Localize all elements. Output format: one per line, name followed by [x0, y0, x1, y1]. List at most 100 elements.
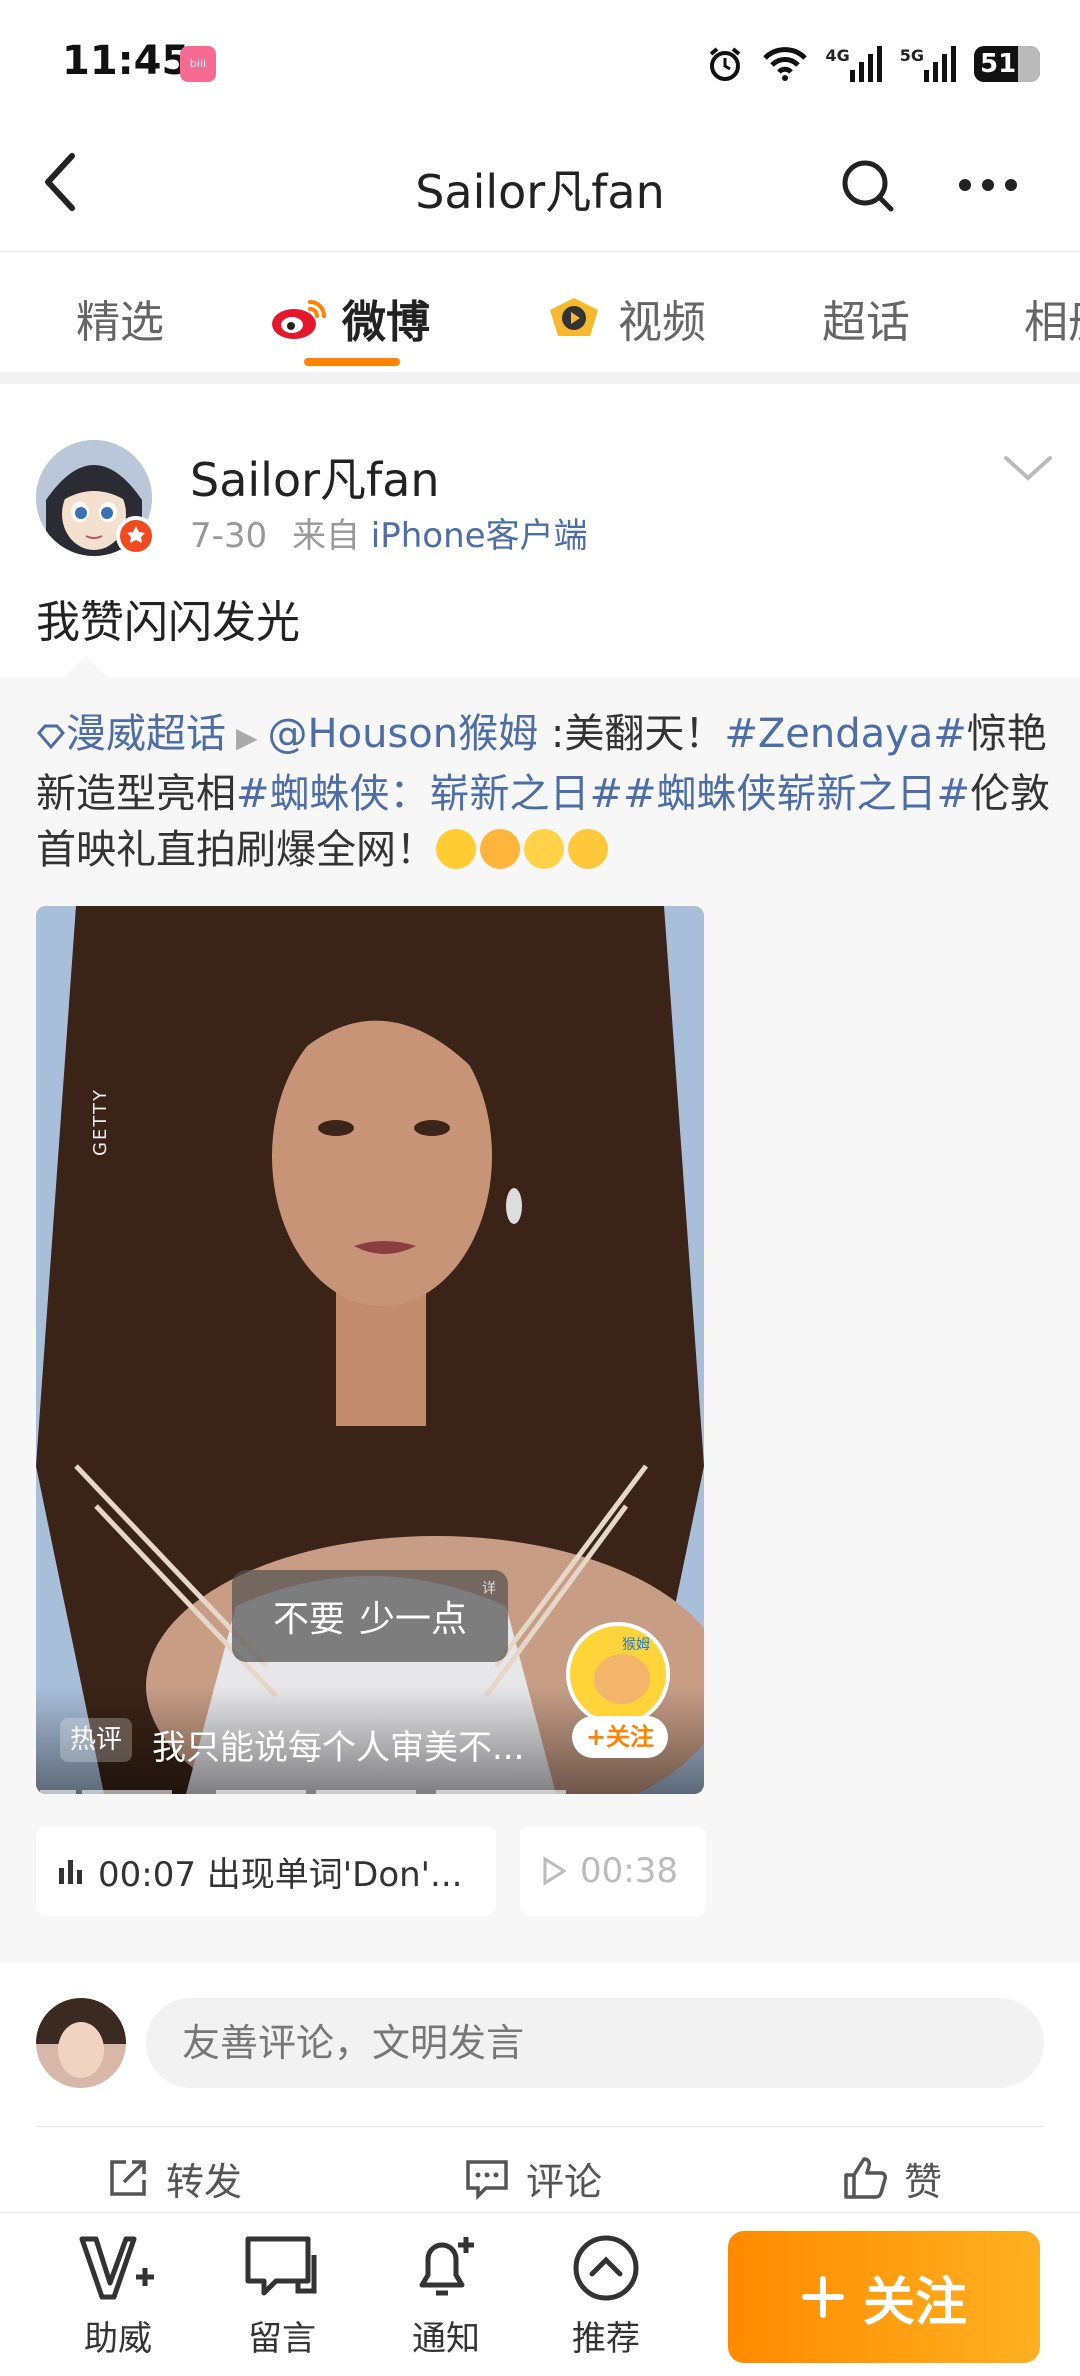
cheer-button[interactable]: 助威	[58, 2231, 178, 2360]
comment-button[interactable]: 评论	[464, 2148, 602, 2208]
weibo-icon	[270, 294, 328, 342]
post-header: Sailor凡fan 7-30 来自 iPhone客户端 我赞闪闪发光	[0, 396, 1080, 678]
recommend-label: 推荐	[572, 2319, 640, 2359]
search-icon	[842, 160, 894, 212]
bilibili-notification-icon: bili	[180, 46, 216, 82]
timestamp-label: 00:38	[580, 1851, 678, 1891]
status-bar: 11:45 bili 4G 5G 51	[0, 0, 1080, 120]
post-date: 7-30	[190, 516, 268, 556]
monkey-mascot-avatar[interactable]: 猴姆	[566, 1622, 670, 1726]
divider	[36, 2126, 1044, 2127]
comment-label: 评论	[526, 2159, 603, 2204]
battery-icon: 51	[974, 46, 1040, 82]
follow-chip-button[interactable]: +关注	[572, 1716, 668, 1758]
mention-link[interactable]: @Houson猴姆	[268, 711, 539, 757]
v-plus-icon	[58, 2231, 178, 2305]
timestamp-chip[interactable]: 00:38	[520, 1826, 706, 1916]
follow-button[interactable]: 关注	[728, 2231, 1040, 2363]
watermark-text: GETTY	[90, 1088, 111, 1156]
feedback-detail-link[interactable]: 详	[482, 1578, 496, 1598]
tab-weibo[interactable]: 微博	[270, 288, 430, 348]
tab-video[interactable]: 视频	[544, 288, 706, 348]
video-progress-segment	[316, 1790, 416, 1794]
play-icon	[540, 1856, 568, 1886]
tab-label: 视频	[618, 297, 706, 348]
feedback-less-button[interactable]: 少一点	[359, 1590, 467, 1642]
thumbs-up-icon	[842, 2155, 888, 2201]
share-icon	[106, 2156, 150, 2200]
repost-text: 漫威超话 ▶ @Houson猴姆 :美翻天！#Zendaya#惊艳新造型亮相#蜘蛛侠…	[36, 706, 1056, 878]
hashtag-zendaya[interactable]: #Zendaya#	[724, 711, 966, 757]
hot-comment-tag: 热评	[60, 1718, 133, 1762]
chevron-up-circle-icon	[546, 2231, 666, 2305]
triangle-right-icon: ▶	[236, 721, 258, 754]
video-progress-segment	[436, 1790, 566, 1794]
tab-album[interactable]: 相册	[1024, 288, 1080, 348]
avatar-face	[58, 2022, 104, 2078]
supertopic-link[interactable]: 漫威超话	[36, 711, 226, 757]
hashtag-spiderman-2[interactable]: #蜘蛛侠崭新之日#	[623, 771, 970, 817]
comment-input[interactable]	[146, 1998, 1044, 2088]
mascot-label: 猴姆	[622, 1637, 650, 1653]
video-progress-segment	[40, 1790, 76, 1794]
plus-icon	[801, 2276, 844, 2318]
tab-label: 相册	[1024, 297, 1080, 348]
follow-label: 关注	[862, 2272, 967, 2333]
cheer-label: 助威	[84, 2319, 152, 2359]
comment-area: 转发 评论 赞	[0, 1962, 1080, 2212]
author-name[interactable]: Sailor凡fan	[190, 444, 440, 510]
post-source[interactable]: iPhone客户端	[371, 516, 588, 556]
bell-plus-icon	[386, 2231, 506, 2305]
surprised-emoji-icon	[524, 829, 564, 869]
active-tab-indicator	[304, 358, 400, 366]
battery-level: 51	[980, 49, 1017, 79]
video-badge-icon	[544, 294, 604, 342]
net-4g-label: 4G	[825, 46, 850, 65]
post-text: 我赞闪闪发光	[36, 597, 300, 648]
profile-tabs: 精选 微博 视频 超话 相册	[0, 252, 1080, 384]
audio-bars-icon	[56, 1856, 86, 1886]
signal-5g-icon: 5G	[900, 46, 958, 82]
nav-bar: Sailor凡fan	[0, 120, 1080, 252]
party-emoji-icon	[568, 829, 608, 869]
notify-button[interactable]: 通知	[386, 2231, 506, 2360]
wifi-icon	[761, 44, 809, 84]
repost-button[interactable]: 转发	[106, 2148, 242, 2208]
supertopic-label: 漫威超话	[66, 711, 226, 757]
heart-eyes-emoji-icon	[436, 829, 476, 869]
search-button[interactable]	[832, 150, 902, 220]
audio-keyword-chip[interactable]: 00:07 出现单词'Don'...	[36, 1826, 496, 1916]
post-menu-button[interactable]	[1000, 448, 1056, 488]
diamond-icon	[37, 724, 65, 750]
more-dots-icon	[959, 179, 1017, 191]
video-progress-segment	[82, 1790, 172, 1794]
like-button[interactable]: 赞	[842, 2148, 942, 2208]
repost-label: 转发	[166, 2159, 243, 2204]
notify-label: 通知	[412, 2319, 480, 2359]
tab-featured[interactable]: 精选	[76, 288, 164, 348]
tab-label: 微博	[342, 297, 430, 348]
message-button[interactable]: 留言	[222, 2231, 342, 2360]
bottom-bar: 助威 留言 通知 推荐 关注	[0, 2212, 1080, 2376]
like-label: 赞	[904, 2159, 943, 2204]
message-label: 留言	[248, 2319, 316, 2359]
post-meta: 7-30 来自 iPhone客户端	[190, 508, 588, 557]
hot-comment-text: 我只能说每个人审美不...	[152, 1728, 525, 1768]
repost-card[interactable]: 漫威超话 ▶ @Houson猴姆 :美翻天！#Zendaya#惊艳新造型亮相#蜘蛛侠…	[0, 655, 1080, 1962]
feedback-no-button[interactable]: 不要	[273, 1590, 345, 1642]
video-player[interactable]: GETTY 不要 少一点 详 热评 我只能说每个人审美不... 猴姆 +关注	[36, 906, 704, 1794]
more-button[interactable]	[950, 150, 1026, 220]
signal-4g-icon: 4G	[825, 46, 883, 82]
video-progress-segment	[216, 1790, 306, 1794]
getty-watermark: GETTY	[80, 1046, 111, 1166]
alarm-icon	[705, 44, 745, 84]
hashtag-spiderman-1[interactable]: #蜘蛛侠：崭新之日#	[236, 771, 623, 817]
tab-supertopic[interactable]: 超话	[822, 288, 910, 348]
tab-label: 超话	[822, 297, 910, 348]
repost-text-1: :美翻天！	[550, 711, 725, 757]
post-from-label: 来自	[291, 516, 360, 556]
tab-label: 精选	[76, 297, 164, 348]
recommend-button[interactable]: 推荐	[546, 2231, 666, 2360]
status-time: 11:45	[62, 38, 190, 84]
chevron-down-icon	[1004, 456, 1052, 481]
